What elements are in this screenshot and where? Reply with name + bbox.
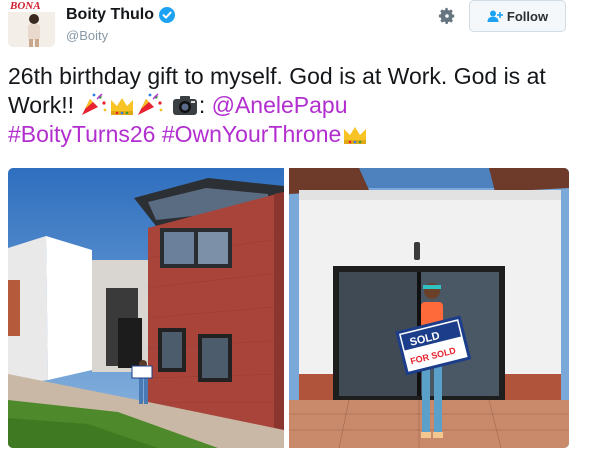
avatar-figure-icon	[28, 14, 40, 47]
follow-label: Follow	[506, 8, 549, 24]
avatar[interactable]: BONA	[8, 0, 55, 47]
party-popper-icon	[138, 93, 163, 115]
hashtag-link[interactable]: #OwnYourThrone	[162, 121, 341, 147]
house-exterior-image	[8, 168, 284, 448]
crown-icon	[344, 127, 367, 144]
front-door-image: SOLD FOR SOLD	[289, 168, 569, 448]
photo-front-door[interactable]: SOLD FOR SOLD	[289, 168, 569, 448]
crown-icon	[111, 98, 134, 115]
verified-badge-icon	[158, 7, 175, 23]
party-popper-icon	[82, 93, 107, 115]
tweet-text: 26th birthday gift to myself. God is at …	[8, 62, 588, 149]
hashtag-link[interactable]: #BoityTurns26	[8, 121, 155, 147]
display-name[interactable]: Boity Thulo	[66, 6, 154, 24]
mention-link[interactable]: @AnelePapu	[212, 92, 348, 118]
tweet-header: BONA Boity Thulo @Boity Follow	[0, 0, 595, 52]
name-row: Boity Thulo	[66, 5, 175, 25]
follow-button[interactable]: Follow	[469, 0, 566, 32]
avatar-brand-text: BONA	[8, 0, 55, 12]
camera-icon	[172, 96, 197, 115]
gear-icon[interactable]	[438, 7, 456, 25]
user-handle[interactable]: @Boity	[66, 28, 108, 43]
add-user-icon	[487, 10, 503, 22]
camera-separator: :	[198, 92, 212, 118]
photo-house-exterior[interactable]	[8, 168, 284, 448]
photo-grid: SOLD FOR SOLD	[8, 168, 569, 452]
